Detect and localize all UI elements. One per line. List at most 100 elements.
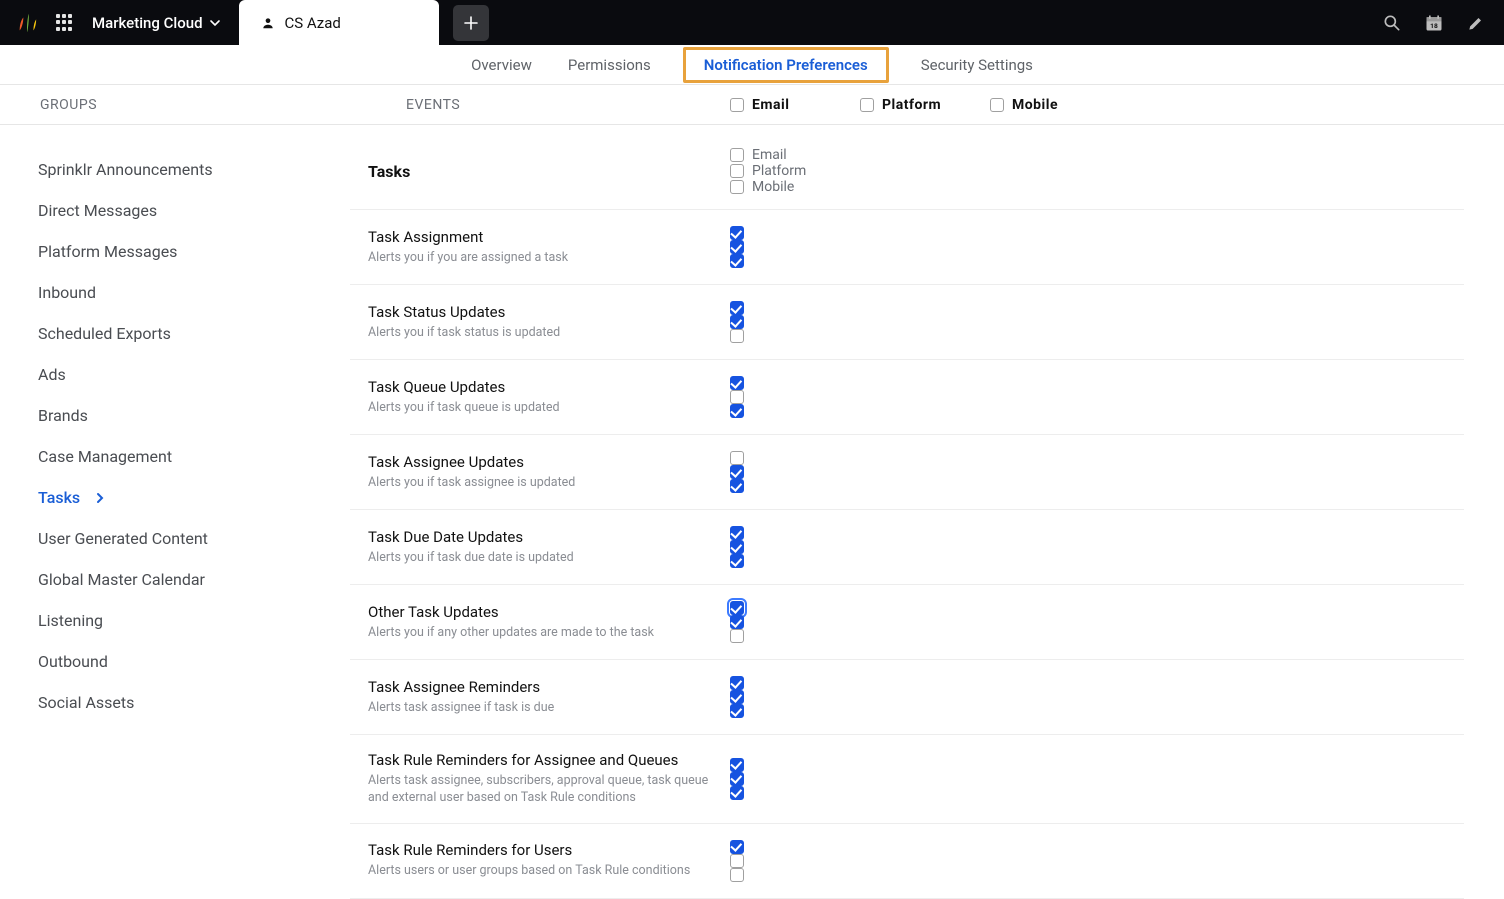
event-mobile-checkbox[interactable] <box>730 254 744 268</box>
checkbox-cell <box>730 465 860 479</box>
event-name: Task Due Date Updates <box>368 528 730 546</box>
event-mobile-checkbox[interactable] <box>730 329 744 343</box>
channel-master-checkbox[interactable] <box>990 98 1004 112</box>
event-mobile-checkbox[interactable] <box>730 404 744 418</box>
sidebar-item[interactable]: Tasks <box>38 477 320 518</box>
chevron-right-icon <box>94 492 106 504</box>
sidebar-item-label: Global Master Calendar <box>38 570 205 589</box>
sidebar-item[interactable]: Listening <box>38 600 320 641</box>
event-platform-checkbox[interactable] <box>730 540 744 554</box>
sidebar-item[interactable]: Ads <box>38 354 320 395</box>
sidebar-item[interactable]: User Generated Content <box>38 518 320 559</box>
sidebar-item[interactable]: Brands <box>38 395 320 436</box>
event-email-checkbox[interactable] <box>730 840 744 854</box>
event-platform-checkbox[interactable] <box>730 690 744 704</box>
sidebar-item[interactable]: Global Master Calendar <box>38 559 320 600</box>
event-mobile-checkbox[interactable] <box>730 629 744 643</box>
event-email-checkbox[interactable] <box>730 526 744 540</box>
event-checkboxes <box>730 676 860 718</box>
search-icon[interactable] <box>1382 13 1402 33</box>
channel-column: Platform <box>860 97 990 113</box>
event-email-checkbox[interactable] <box>730 758 744 772</box>
sidebar-item[interactable]: Inbound <box>38 272 320 313</box>
sidebar-item-label: Sprinklr Announcements <box>38 160 213 179</box>
body: Sprinklr Announcements Direct MessagesPla… <box>0 125 1504 899</box>
event-platform-checkbox[interactable] <box>730 315 744 329</box>
sidebar-item-label: Ads <box>38 365 66 384</box>
event-platform-checkbox[interactable] <box>730 390 744 404</box>
channel-label: Mobile <box>1012 97 1058 113</box>
event-info: Task Rule Reminders for UsersAlerts user… <box>350 841 730 880</box>
event-platform-checkbox[interactable] <box>730 772 744 786</box>
event-name: Task Rule Reminders for Assignee and Que… <box>368 751 730 769</box>
event-email-checkbox[interactable] <box>730 451 744 465</box>
channel-master-checkbox[interactable] <box>730 164 744 178</box>
event-checkboxes <box>730 526 860 568</box>
tab-label: CS Azad <box>285 14 341 32</box>
event-checkboxes <box>730 226 860 268</box>
add-tab-button[interactable] <box>453 5 489 41</box>
event-mobile-checkbox[interactable] <box>730 786 744 800</box>
event-row: Task Status UpdatesAlerts you if task st… <box>350 285 1464 360</box>
event-platform-checkbox[interactable] <box>730 465 744 479</box>
calendar-icon[interactable]: 18 <box>1424 13 1444 33</box>
channel-master-checkbox[interactable] <box>730 180 744 194</box>
event-info: Task Due Date Updates Alerts you if task … <box>350 528 730 567</box>
subnav-tab[interactable]: Overview <box>467 48 536 82</box>
channel-master-checkbox[interactable] <box>730 148 744 162</box>
channel-column: Mobile <box>730 179 860 195</box>
event-name: Task Status Updates <box>368 303 730 321</box>
column-header-row: GROUPS EVENTS EmailPlatformMobile <box>0 85 1504 125</box>
checkbox-cell <box>730 390 860 404</box>
checkbox-cell <box>730 540 860 554</box>
event-mobile-checkbox[interactable] <box>730 554 744 568</box>
sidebar-item[interactable]: Social Assets <box>38 682 320 723</box>
event-checkboxes <box>730 840 860 882</box>
event-mobile-checkbox[interactable] <box>730 868 744 882</box>
cloud-switcher[interactable]: Marketing Cloud <box>92 14 221 32</box>
checkbox-cell <box>730 329 860 343</box>
sidebar-item[interactable]: Case Management <box>38 436 320 477</box>
event-desc: Alerts you if task due date is updated <box>368 550 713 567</box>
sidebar-item[interactable]: Platform Messages <box>38 231 320 272</box>
event-email-checkbox[interactable] <box>730 676 744 690</box>
subnav-tab[interactable]: Notification Preferences <box>683 47 889 83</box>
subnav-tab[interactable]: Security Settings <box>917 48 1037 82</box>
checkbox-cell <box>730 479 860 493</box>
active-tab[interactable]: CS Azad <box>239 0 439 45</box>
event-desc: Alerts you if any other updates are made… <box>368 625 713 642</box>
sidebar-item[interactable]: Scheduled Exports <box>38 313 320 354</box>
sidebar-item-label: Scheduled Exports <box>38 324 171 343</box>
event-email-checkbox[interactable] <box>730 301 744 315</box>
channel-master-checkbox[interactable] <box>730 98 744 112</box>
edit-icon[interactable] <box>1466 13 1486 33</box>
checkbox-cell <box>730 854 860 868</box>
sidebar-item[interactable]: Outbound <box>38 641 320 682</box>
sidebar-item-label: Social Assets <box>38 693 134 712</box>
event-platform-checkbox[interactable] <box>730 854 744 868</box>
event-info: Task Assignee UpdatesAlerts you if task … <box>350 453 730 492</box>
checkbox-cell <box>730 840 860 854</box>
subnav-tab[interactable]: Permissions <box>564 48 655 82</box>
event-email-checkbox[interactable] <box>730 226 744 240</box>
event-row: Task AssignmentAlerts you if you are ass… <box>350 210 1464 285</box>
sidebar-item[interactable]: Sprinklr Announcements <box>38 149 320 190</box>
checkbox-cell <box>730 254 860 268</box>
channel-column: Mobile <box>990 97 1120 113</box>
event-row: Task Assignee RemindersAlerts task assig… <box>350 660 1464 735</box>
channel-master-checkbox[interactable] <box>860 98 874 112</box>
sprinklr-logo-icon <box>16 12 38 34</box>
event-email-checkbox[interactable] <box>730 376 744 390</box>
event-platform-checkbox[interactable] <box>730 615 744 629</box>
event-platform-checkbox[interactable] <box>730 240 744 254</box>
sidebar-item[interactable]: Direct Messages <box>38 190 320 231</box>
event-email-checkbox[interactable] <box>730 601 744 615</box>
cloud-label: Marketing Cloud <box>92 14 203 32</box>
event-name: Task Assignee Reminders <box>368 678 730 696</box>
apps-grid-icon[interactable] <box>56 14 74 32</box>
checkbox-cell <box>730 404 860 418</box>
checkbox-cell <box>730 629 860 643</box>
event-checkboxes <box>730 451 860 493</box>
event-mobile-checkbox[interactable] <box>730 479 744 493</box>
event-mobile-checkbox[interactable] <box>730 704 744 718</box>
